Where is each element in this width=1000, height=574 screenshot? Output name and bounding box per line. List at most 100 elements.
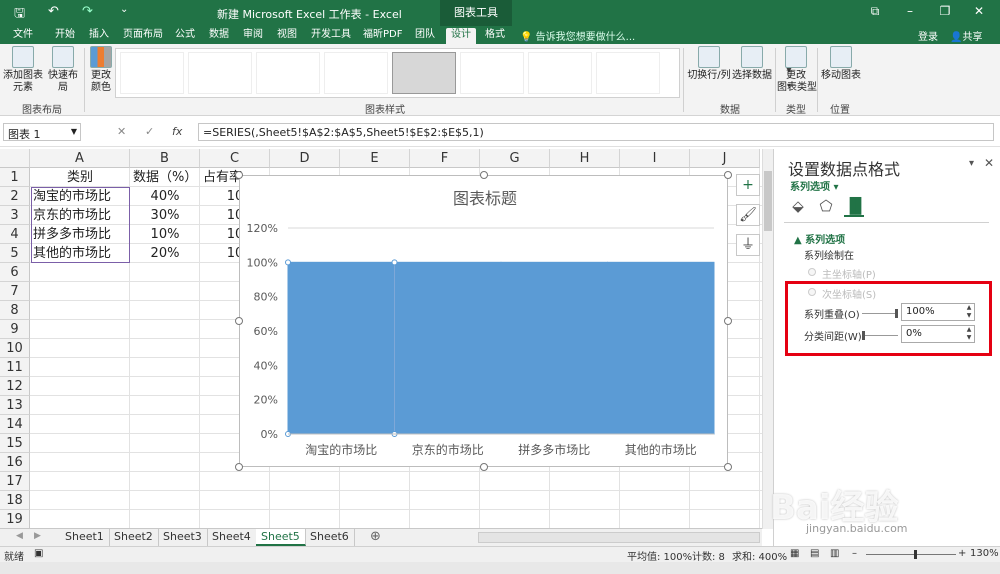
cancel-icon[interactable]: ✕: [117, 125, 126, 138]
column-header-d[interactable]: D: [270, 149, 340, 168]
resize-handle[interactable]: [724, 171, 732, 179]
row-header-13[interactable]: 13: [0, 396, 30, 415]
cell-b3[interactable]: 30%: [133, 206, 197, 225]
zoom-out-icon[interactable]: –: [852, 548, 857, 559]
chart-style-7[interactable]: [528, 52, 592, 94]
scroll-left-icon[interactable]: ◀: [16, 531, 23, 541]
chart-elements-button[interactable]: +: [736, 174, 760, 196]
row-header-11[interactable]: 11: [0, 358, 30, 377]
chevron-down-icon[interactable]: ▼: [71, 127, 77, 136]
add-sheet-icon[interactable]: ⊕: [370, 529, 381, 544]
chart-styles-gallery[interactable]: ▲ ▼ ▾: [115, 48, 792, 98]
row-header-2[interactable]: 2: [0, 187, 30, 206]
chart-style-8[interactable]: [596, 52, 660, 94]
tab-review[interactable]: 审阅: [238, 28, 268, 44]
cell-a1[interactable]: 类别: [33, 168, 127, 187]
pane-options-icon[interactable]: ▾: [969, 158, 974, 169]
tab-format[interactable]: 格式: [480, 28, 510, 44]
row-header-6[interactable]: 6: [0, 263, 30, 282]
resize-handle[interactable]: [235, 463, 243, 471]
tab-data[interactable]: 数据: [204, 28, 234, 44]
row-header-10[interactable]: 10: [0, 339, 30, 358]
sheet-tab-3[interactable]: Sheet3: [158, 529, 208, 546]
scroll-right-icon[interactable]: ▶: [34, 531, 41, 541]
cell-b1[interactable]: 数据（%）: [133, 168, 197, 187]
series-options-dropdown[interactable]: 系列选项 ▾: [790, 178, 839, 193]
tab-foxit-pdf[interactable]: 福昕PDF: [358, 28, 407, 44]
quick-layout-button[interactable]: 快速布局: [44, 46, 82, 94]
resize-handle[interactable]: [480, 171, 488, 179]
resize-handle[interactable]: [724, 463, 732, 471]
cell-b2[interactable]: 40%: [133, 187, 197, 206]
zoom-slider-knob[interactable]: [914, 550, 917, 559]
change-colors-button[interactable]: 更改 颜色: [86, 46, 116, 94]
zoom-slider[interactable]: [866, 554, 956, 555]
chart-style-3[interactable]: [256, 52, 320, 94]
select-all-corner[interactable]: [0, 149, 30, 168]
tab-insert[interactable]: 插入: [84, 28, 114, 44]
horizontal-scrollbar[interactable]: [478, 532, 760, 543]
series-options-bar-icon[interactable]: ▐▌: [844, 197, 867, 217]
ribbon-display-icon[interactable]: ⧉: [860, 4, 890, 19]
select-data-button[interactable]: 选择数据: [732, 46, 772, 82]
undo-icon[interactable]: ↶: [48, 4, 59, 19]
cell-b5[interactable]: 20%: [133, 244, 197, 263]
chart-style-6[interactable]: [460, 52, 524, 94]
zoom-level[interactable]: 130%: [970, 548, 999, 559]
row-header-7[interactable]: 7: [0, 282, 30, 301]
sheet-tab-5[interactable]: Sheet5: [256, 529, 306, 546]
column-header-g[interactable]: G: [480, 149, 550, 168]
row-header-18[interactable]: 18: [0, 491, 30, 510]
share-button[interactable]: 👤共享: [950, 28, 982, 43]
column-header-j[interactable]: J: [690, 149, 760, 168]
normal-view-icon[interactable]: ▦: [790, 548, 799, 559]
add-chart-element-button[interactable]: 添加图表 元素: [2, 46, 44, 94]
scrollbar-thumb[interactable]: [764, 171, 772, 231]
formula-input[interactable]: =SERIES(,Sheet5!$A$2:$A$5,Sheet5!$E$2:$E…: [198, 123, 994, 141]
insert-function-icon[interactable]: fx: [172, 125, 182, 138]
chart-styles-brush-icon[interactable]: 🖌: [736, 204, 760, 226]
pane-close-icon[interactable]: ✕: [984, 156, 994, 170]
enter-icon[interactable]: ✓: [145, 125, 154, 138]
tab-developer[interactable]: 开发工具: [306, 28, 356, 44]
chart-filter-icon[interactable]: ⏚: [736, 234, 760, 256]
cell-b4[interactable]: 10%: [133, 225, 197, 244]
tab-team[interactable]: 团队: [410, 28, 440, 44]
sheet-tab-6[interactable]: Sheet6: [305, 529, 355, 546]
login-link[interactable]: 登录: [918, 28, 938, 43]
page-break-view-icon[interactable]: ▥: [830, 548, 839, 559]
column-header-e[interactable]: E: [340, 149, 410, 168]
chart-style-4[interactable]: [324, 52, 388, 94]
column-header-c[interactable]: C: [200, 149, 270, 168]
column-header-f[interactable]: F: [410, 149, 480, 168]
effects-pentagon-icon[interactable]: ⬠: [816, 197, 836, 217]
bar-chart[interactable]: 图表标题 0% 20% 40% 60% 80% 100% 120% 淘宝的市场比 京东的市场比 拼多…: [240, 176, 729, 468]
macro-record-icon[interactable]: ▣: [34, 548, 43, 559]
switch-row-column-button[interactable]: 切换行/列: [686, 46, 732, 82]
chart-style-1[interactable]: [120, 52, 184, 94]
tab-home[interactable]: 开始: [50, 28, 80, 44]
customize-qat-icon[interactable]: ⌄: [120, 4, 128, 15]
resize-handle[interactable]: [724, 317, 732, 325]
resize-handle[interactable]: [235, 317, 243, 325]
row-header-15[interactable]: 15: [0, 434, 30, 453]
column-header-a[interactable]: A: [30, 149, 130, 168]
row-header-19[interactable]: 19: [0, 510, 30, 529]
tab-page-layout[interactable]: 页面布局: [118, 28, 168, 44]
row-header-12[interactable]: 12: [0, 377, 30, 396]
save-icon[interactable]: 🖫: [14, 4, 25, 26]
maximize-button[interactable]: ❐: [930, 4, 960, 18]
primary-axis-radio[interactable]: [808, 268, 816, 276]
chart-style-5[interactable]: [392, 52, 456, 94]
tab-file[interactable]: 文件: [8, 28, 38, 44]
row-header-5[interactable]: 5: [0, 244, 30, 263]
zoom-in-icon[interactable]: +: [958, 548, 966, 559]
page-layout-view-icon[interactable]: ▤: [810, 548, 819, 559]
row-header-9[interactable]: 9: [0, 320, 30, 339]
row-header-8[interactable]: 8: [0, 301, 30, 320]
tab-view[interactable]: 视图: [272, 28, 302, 44]
sheet-tab-2[interactable]: Sheet2: [109, 529, 159, 546]
column-header-b[interactable]: B: [130, 149, 200, 168]
series-options-section[interactable]: ▲ 系列选项: [794, 231, 845, 246]
tab-formulas[interactable]: 公式: [170, 28, 200, 44]
